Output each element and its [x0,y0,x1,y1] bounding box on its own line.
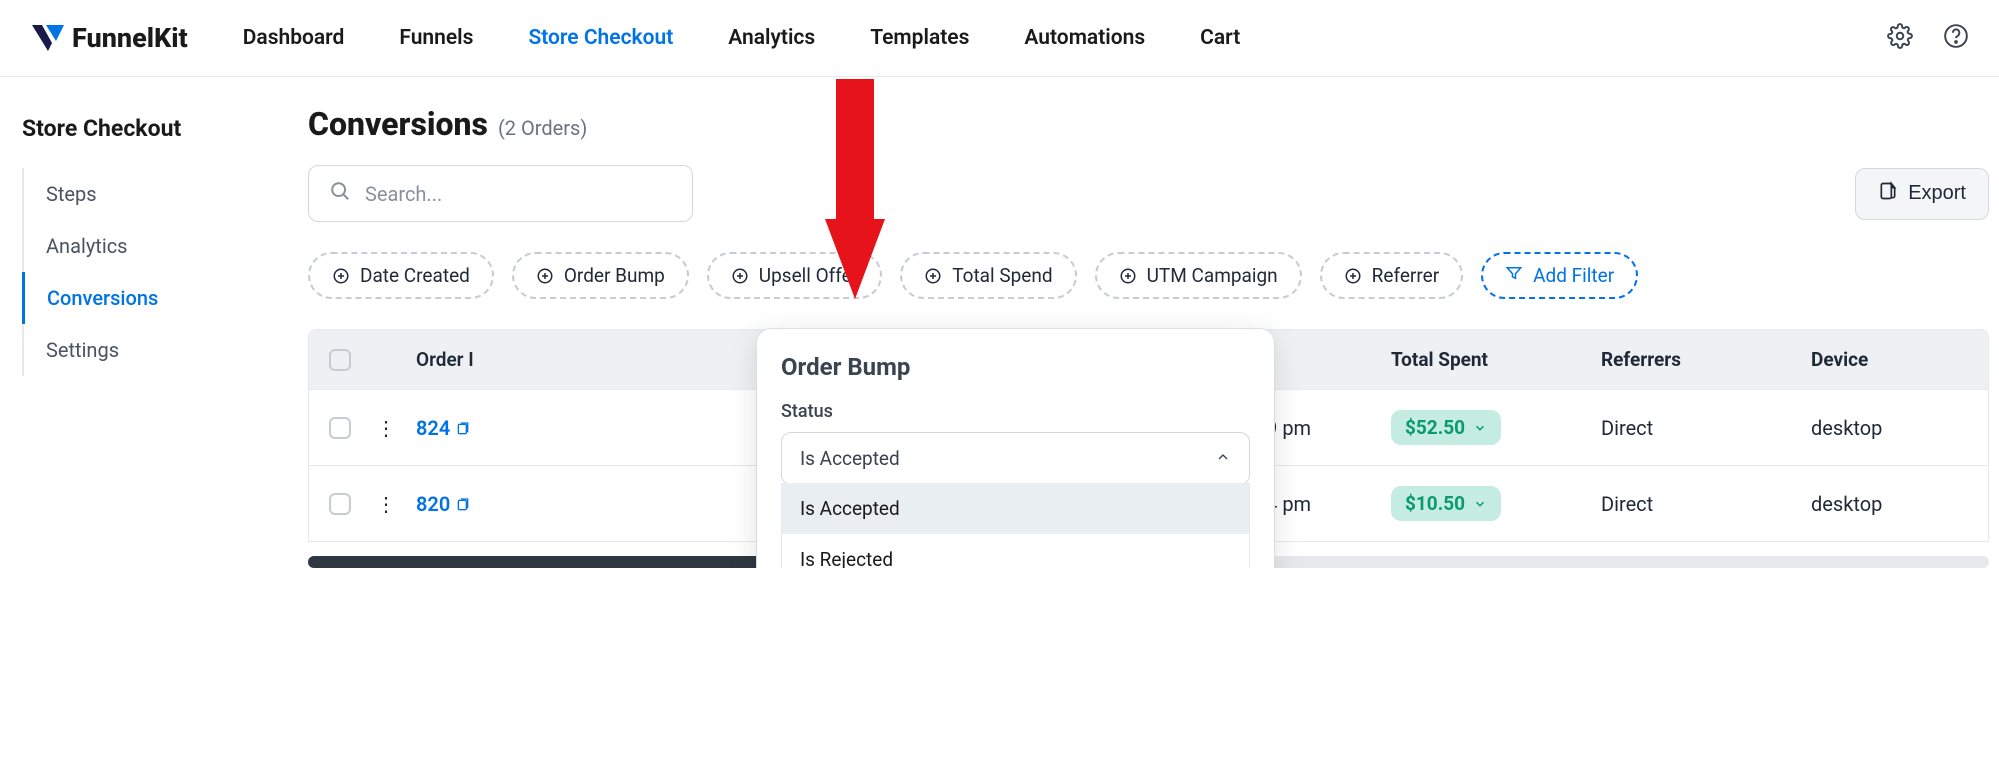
search-input[interactable]: Search... [308,165,693,222]
total-spent-badge[interactable]: $10.50 [1391,486,1501,521]
nav-cart[interactable]: Cart [1200,26,1240,50]
col-referrers-header[interactable]: Referrers [1601,348,1811,371]
chip-label: UTM Campaign [1147,264,1278,287]
row-referrer: Direct [1601,416,1811,440]
status-selected-value: Is Accepted [800,447,900,470]
plus-circle-icon [1119,267,1137,285]
order-bump-filter-popover: Order Bump Status Is Accepted Is Accepte… [757,329,1274,568]
plus-circle-icon [731,267,749,285]
nav-automations[interactable]: Automations [1024,26,1145,50]
plus-circle-icon [332,267,350,285]
filter-chip-referrer[interactable]: Referrer [1320,252,1463,299]
plus-circle-icon [536,267,554,285]
filter-chip-date-created[interactable]: Date Created [308,252,494,299]
gear-icon[interactable] [1887,23,1913,53]
search-icon [329,180,351,207]
plus-circle-icon [1344,267,1362,285]
brand-logo[interactable]: FunnelKit [30,22,188,54]
sidebar: Store Checkout Steps Analytics Conversio… [0,77,260,568]
order-link[interactable]: 824 [416,416,506,440]
main-content: Conversions (2 Orders) Search... Export … [260,77,1999,568]
header-actions [1887,23,1969,53]
sidebar-item-settings[interactable]: Settings [24,324,238,376]
kebab-icon[interactable]: ⋮ [376,492,416,516]
row-referrer: Direct [1601,492,1811,516]
search-placeholder: Search... [365,182,442,206]
chip-label: Referrer [1372,264,1439,287]
select-all-checkbox[interactable] [329,349,351,371]
chip-label: Total Spend [952,264,1052,287]
status-option-rejected[interactable]: Is Rejected [782,534,1249,568]
nav-store-checkout[interactable]: Store Checkout [528,26,673,50]
sidebar-item-analytics[interactable]: Analytics [24,220,238,272]
export-label: Export [1908,182,1966,205]
total-spent-badge[interactable]: $52.50 [1391,410,1501,445]
col-spent-header[interactable]: Total Spent [1391,348,1601,371]
page-title: Conversions [308,105,488,143]
chevron-up-icon [1215,447,1231,470]
col-device-header[interactable]: Device [1811,348,1968,371]
page-subtitle: (2 Orders) [498,116,587,140]
nav-funnels[interactable]: Funnels [399,26,473,50]
export-icon [1878,181,1898,207]
primary-nav: Dashboard Funnels Store Checkout Analyti… [243,26,1887,50]
page-header: Conversions (2 Orders) [308,105,1989,143]
filter-chip-utm-campaign[interactable]: UTM Campaign [1095,252,1302,299]
row-device: desktop [1811,492,1968,516]
annotation-arrow-icon [820,79,890,313]
col-order-header[interactable]: Order I [416,348,506,371]
filter-bar: Date Created Order Bump Upsell Offer Tot… [308,252,1989,299]
brand-mark-icon [30,23,66,53]
row-checkbox[interactable] [329,417,351,439]
status-label: Status [781,401,1250,422]
chip-label: Order Bump [564,264,665,287]
top-navbar: FunnelKit Dashboard Funnels Store Checko… [0,0,1999,77]
help-icon[interactable] [1943,23,1969,53]
status-select[interactable]: Is Accepted [781,432,1250,485]
row-checkbox[interactable] [329,493,351,515]
filter-chip-total-spend[interactable]: Total Spend [900,252,1076,299]
status-options: Is Accepted Is Rejected [781,483,1250,568]
add-filter-label: Add Filter [1533,264,1614,287]
popover-title: Order Bump [781,353,1250,381]
add-filter-button[interactable]: Add Filter [1481,252,1638,299]
sidebar-item-steps[interactable]: Steps [24,168,238,220]
chip-label: Date Created [360,264,470,287]
kebab-icon[interactable]: ⋮ [376,416,416,440]
nav-dashboard[interactable]: Dashboard [243,26,345,50]
brand-name: FunnelKit [72,22,188,54]
filter-icon [1505,264,1523,287]
nav-templates[interactable]: Templates [870,26,969,50]
filter-chip-order-bump[interactable]: Order Bump [512,252,689,299]
export-button[interactable]: Export [1855,168,1989,220]
status-option-accepted[interactable]: Is Accepted [782,483,1249,534]
sidebar-item-conversions[interactable]: Conversions [22,272,238,324]
nav-analytics[interactable]: Analytics [728,26,815,50]
plus-circle-icon [924,267,942,285]
row-device: desktop [1811,416,1968,440]
sidebar-title: Store Checkout [22,115,238,142]
order-link[interactable]: 820 [416,492,506,516]
